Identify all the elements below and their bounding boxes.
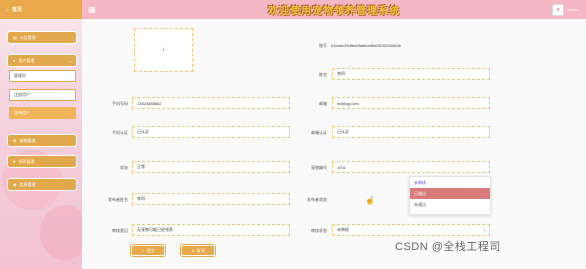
menu-user[interactable]: ● 用户管理 ︿ <box>7 54 77 67</box>
account-value: e1badc394fbe65abbe56e5578394563e <box>331 43 401 48</box>
close-icon: ✕ <box>191 248 195 253</box>
cancel-button[interactable]: ✕ 取消 <box>181 245 215 256</box>
sidebar-item-admin[interactable]: 管理员 <box>9 70 76 82</box>
publisher-status-label: 发布者状态 <box>307 197 327 202</box>
sidebar-item-registered-users[interactable]: 注册用户 <box>9 89 76 101</box>
watermark: CSDN @全栈工程司 <box>395 241 501 253</box>
user-icon: ● <box>13 58 16 63</box>
sidebar-home[interactable]: ⌂ 首页 <box>0 0 82 19</box>
menu-info[interactable]: ◉ 信息管理 <box>7 178 77 191</box>
pet-id-label: 宠物编号 <box>311 165 327 170</box>
top-header: ▦ 欢迎使用宠物领养管理系统 ◕ admin <box>82 0 586 19</box>
submit-label: 提交 <box>146 247 155 253</box>
avatar: ◕ <box>552 3 565 16</box>
dropdown-option[interactable]: 未审核 <box>410 177 490 188</box>
chevron-up-icon: ︿ <box>68 57 72 63</box>
info-icon: ◉ <box>13 182 17 187</box>
menu-info-label: 信息管理 <box>19 181 36 187</box>
menu-adopt-label: 领养管理 <box>18 158 35 164</box>
phone-label: 手机号码 <box>112 101 128 106</box>
email-verify-label: 邮箱认证 <box>311 130 327 135</box>
email-verify-field[interactable]: 已认证 <box>332 126 490 138</box>
menu-notice-label: 公告管理 <box>19 34 36 40</box>
menu-pet[interactable]: ✿ 宠物管理 <box>7 134 77 147</box>
user-profile[interactable]: ◕ admin <box>552 3 578 16</box>
sidebar-home-label: 首页 <box>12 7 23 13</box>
review-status-select[interactable]: 未审核 ▾ <box>332 224 490 236</box>
review-status-value: 未审核 <box>337 227 349 232</box>
submit-button[interactable]: ✓ 提交 <box>131 245 165 256</box>
plus-icon: + <box>160 45 167 55</box>
chevron-down-icon: ▾ <box>483 227 486 233</box>
page-title: 欢迎使用宠物领养管理系统 <box>268 6 400 17</box>
home-icon: ⌂ <box>6 6 10 13</box>
sidebar-item-label: 管理员 <box>14 73 26 78</box>
check-icon: ✓ <box>141 248 145 253</box>
username: admin <box>567 7 578 12</box>
sidebar-item-label: 发布用户 <box>14 110 30 115</box>
email-label: 邮箱 <box>319 101 327 106</box>
mouse-cursor-icon: ☝ <box>365 196 375 205</box>
dropdown-option-highlighted[interactable]: 已通过 <box>410 188 490 199</box>
phone-verify-label: 手机认证 <box>112 130 128 135</box>
heart-icon: ♥ <box>13 159 16 164</box>
avatar-upload[interactable]: + <box>134 28 193 72</box>
sidebar-item-publish-users[interactable]: 发布用户 <box>9 107 76 119</box>
name-label: 姓名 <box>319 72 327 77</box>
status-label: 状态 <box>120 165 128 170</box>
pet-icon: ✿ <box>13 138 17 143</box>
cancel-label: 取消 <box>196 247 205 253</box>
review-status-label: 审核状态 <box>311 228 327 233</box>
sidebar-item-label: 注册用户 <box>14 92 30 97</box>
publisher-status-dropdown[interactable]: 未审核 已通过 未通过 <box>409 176 491 215</box>
pet-id-field[interactable]: 1001 <box>332 161 490 173</box>
form-area: + 账号 e1badc394fbe65abbe56e5578394563e 姓名… <box>82 19 586 269</box>
review-comment-label: 审核意见 <box>112 228 128 233</box>
notice-icon: ▤ <box>13 35 17 40</box>
publisher-name-label: 发布者姓名 <box>108 197 128 202</box>
menu-pet-label: 宠物管理 <box>19 137 36 143</box>
menu-notice[interactable]: ▤ 公告管理 <box>7 31 77 44</box>
menu-user-label: 用户管理 <box>18 57 35 63</box>
dropdown-option[interactable]: 未通过 <box>410 199 490 210</box>
email-field[interactable]: lisi@qq.com <box>332 97 490 109</box>
name-field[interactable]: 李四 <box>332 68 490 80</box>
account-label: 账号 <box>319 43 327 48</box>
menu-adopt[interactable]: ♥ 领养管理 <box>7 155 77 168</box>
